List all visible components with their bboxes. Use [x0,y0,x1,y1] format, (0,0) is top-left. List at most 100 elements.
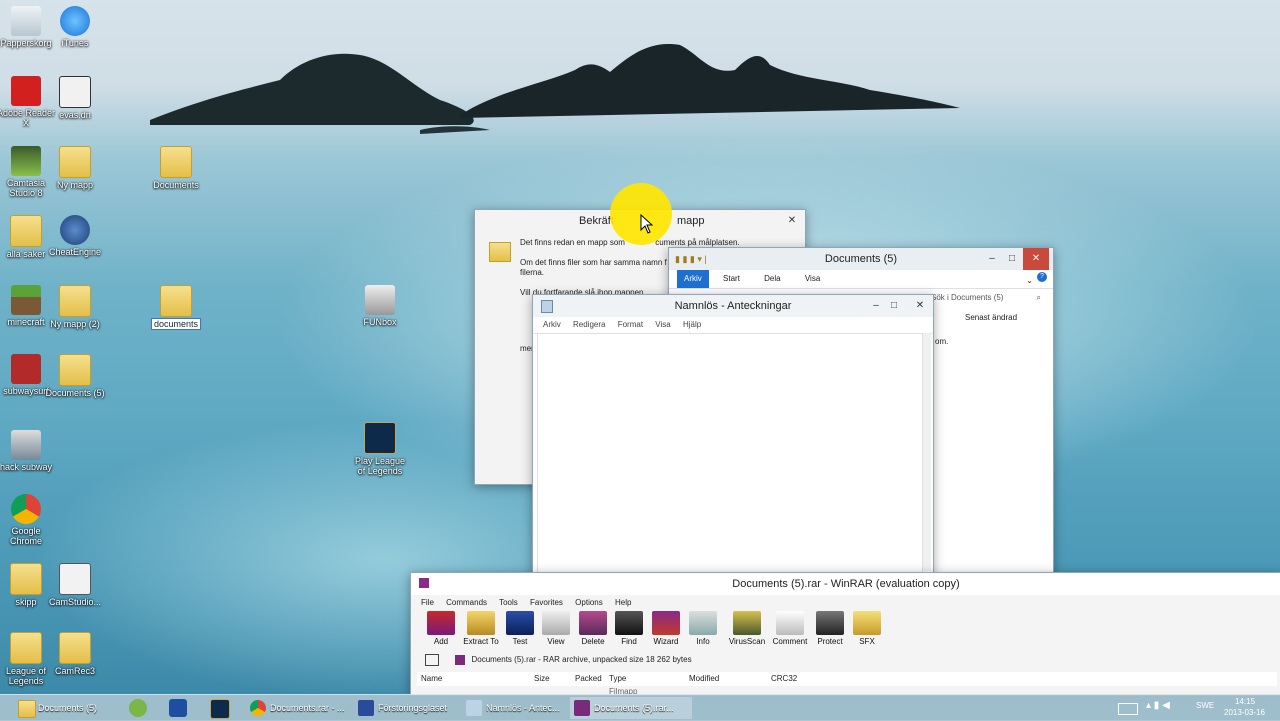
ribbon-tab-dela[interactable]: Dela [764,274,780,283]
winrar-menu-file[interactable]: File [421,598,434,607]
notepad-text-area[interactable] [537,333,923,573]
column-name[interactable]: Name [421,672,442,686]
ribbon-tab-visa[interactable]: Visa [805,274,820,283]
taskbar-documents-rar[interactable]: Documents.rar - ... [246,697,366,719]
explorer-row-text: om. [935,337,949,346]
desktop-icon-camstudio[interactable]: CamStudio... [45,563,105,607]
delete-icon [579,611,607,635]
taskbar-spotify[interactable] [120,697,156,719]
dialog-folder-icon [489,242,511,262]
notepad-window: Namnlös - Anteckningar – □ ✕ Arkiv Redig… [532,294,934,576]
search-icon: ⌕ [1036,293,1041,302]
column-packed[interactable]: Packed [575,672,602,686]
language-indicator[interactable]: SWE [1196,701,1214,710]
column-modified[interactable]: Modified [689,672,719,686]
taskbar-winrar[interactable]: Documents (5).rar... [570,697,692,719]
taskbar-league[interactable] [202,697,238,719]
add-icon [427,611,455,635]
column-type[interactable]: Type [609,672,626,686]
column-size[interactable]: Size [534,672,550,686]
protect-button[interactable]: Protect [810,611,850,646]
notepad-titlebar: Namnlös - Anteckningar – □ ✕ [533,295,933,317]
sfx-button[interactable]: SFX [847,611,887,646]
explorer-minimize-button[interactable]: – [983,248,1001,270]
taskbar-word[interactable] [160,697,196,719]
camstudio-icon [59,563,91,595]
virusscan-icon [733,611,761,635]
notepad-scrollbar[interactable] [923,333,931,571]
winrar-path-bar: Documents (5).rar - RAR archive, unpacke… [417,653,1277,667]
info-icon [689,611,717,635]
league-of-legends-icon [364,422,396,454]
taskbar-magnifier[interactable]: Förstoringsglaset [354,697,474,719]
folder-icon [10,215,42,247]
folder-icon [59,632,91,664]
clock-date[interactable]: 2013-03-16 [1224,708,1265,717]
notepad-minimize-button[interactable]: – [867,295,885,317]
winrar-title: Documents (5).rar - WinRAR (evaluation c… [732,578,960,590]
explorer-column-modified[interactable]: Senast ändrad [965,313,1017,322]
taskbar-notepad[interactable]: Namnlös - Antec... [462,697,584,719]
winrar-icon [574,700,590,716]
dialog-line2: Om det finns filer som har samma namn f [520,258,667,267]
notepad-menu-arkiv[interactable]: Arkiv [543,320,561,329]
add-button[interactable]: Add [421,611,461,646]
notepad-menu-hjalp[interactable]: Hjälp [683,320,701,329]
view-button[interactable]: View [536,611,576,646]
desktop-icon-itunes[interactable]: iTunes [45,6,105,48]
desktop-icon-ny-mapp-2[interactable]: Ny mapp (2) [45,285,105,329]
notepad-menu-format[interactable]: Format [618,320,643,329]
ribbon-expand-icon[interactable]: ⌄ [1026,272,1033,290]
notepad-maximize-button[interactable]: □ [885,295,903,317]
explorer-search-box[interactable]: Sök i Documents (5) ⌕ [931,291,1043,305]
desktop-icon-camrec3[interactable]: CamRec3 [45,632,105,676]
comment-button[interactable]: Comment [770,611,810,646]
delete-button[interactable]: Delete [573,611,613,646]
winrar-menu-options[interactable]: Options [575,598,603,607]
winrar-column-header: Name Size Packed Type Modified CRC32 [417,672,1277,686]
column-crc32[interactable]: CRC32 [771,672,797,686]
desktop-icon-hack-subway[interactable]: hack subway [0,430,56,472]
up-folder-icon[interactable] [425,653,439,666]
explorer-close-button[interactable]: ✕ [1023,248,1049,270]
taskbar: Documents (5) Documents.rar - ... Försto… [0,694,1280,721]
virusscan-button[interactable]: VirusScan [727,611,767,646]
help-icon[interactable]: ? [1037,272,1047,282]
desktop-icon-play-lol[interactable]: Play League of Legends [350,422,410,476]
winrar-menu-help[interactable]: Help [615,598,631,607]
ribbon-tab-arkiv[interactable]: Arkiv [677,270,709,288]
explorer-maximize-button[interactable]: □ [1003,248,1021,270]
dialog-close-button[interactable]: ✕ [783,210,801,232]
funbox-icon [365,285,395,315]
notepad-close-button[interactable]: ✕ [911,295,929,317]
ribbon-tab-start[interactable]: Start [723,274,740,283]
winrar-menu-commands[interactable]: Commands [446,598,487,607]
desktop-icon-cheatengine[interactable]: CheatEngine [45,215,105,257]
clock-time[interactable]: 14:15 [1235,697,1255,706]
extract-to-button[interactable]: Extract To [461,611,501,646]
desktop-icon-documents-5[interactable]: Documents (5) [45,354,105,398]
dialog-line1: Det finns redan en mapp som [520,238,625,247]
notepad-icon [541,300,553,313]
desktop-icon-documents[interactable]: Documents [146,146,206,190]
keyboard-icon[interactable] [1118,703,1138,715]
desktop-icon-documents-selected[interactable]: documents [146,285,206,330]
desktop-icon-evas[interactable]: evas.dn [45,76,105,120]
tray-icons[interactable]: ▴ ▮ ◀ [1146,700,1170,711]
dialog-line2b: filerna. [520,268,545,277]
itunes-icon [60,6,90,36]
desktop-icon-ny-mapp[interactable]: Ny mapp [45,146,105,190]
camtasia-icon [11,146,41,176]
winrar-menu-tools[interactable]: Tools [499,598,518,607]
find-button[interactable]: Find [609,611,649,646]
desktop-icon-google-chrome[interactable]: Google Chrome [0,494,56,546]
notepad-menu-visa[interactable]: Visa [655,320,670,329]
test-button[interactable]: Test [500,611,540,646]
desktop-icon-funbox[interactable]: FUNbox [350,285,410,327]
info-button[interactable]: Info [683,611,723,646]
notepad-menu-redigera[interactable]: Redigera [573,320,605,329]
protect-shield-icon [816,611,844,635]
notepad-menubar: Arkiv Redigera Format Visa Hjälp [533,317,933,334]
wizard-button[interactable]: Wizard [646,611,686,646]
winrar-menu-favorites[interactable]: Favorites [530,598,563,607]
